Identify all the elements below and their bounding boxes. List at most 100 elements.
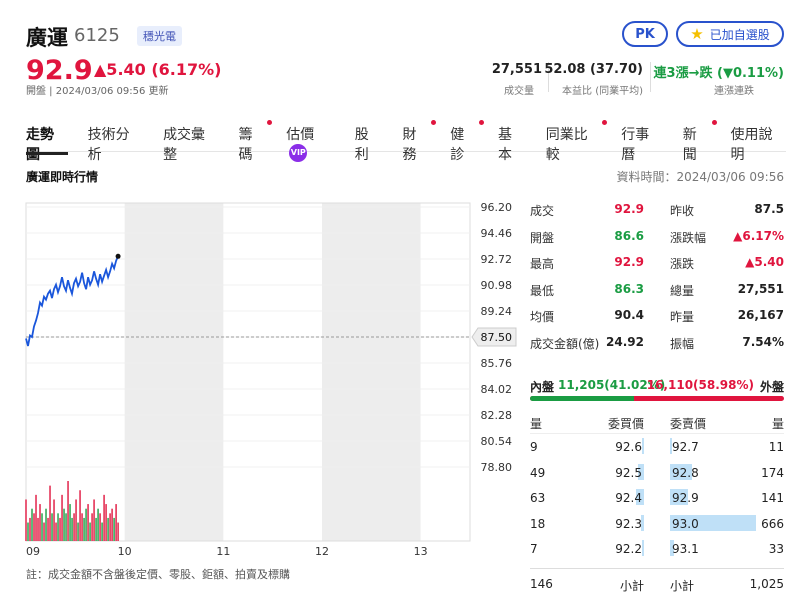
volume-bar	[115, 504, 117, 541]
tab-2[interactable]: 成交彙整	[163, 120, 218, 163]
volume-bar	[51, 513, 53, 541]
tab-label: 走勢圖	[26, 127, 54, 163]
volume-bar	[109, 513, 111, 541]
tab-label: 行事曆	[621, 127, 650, 163]
volume-bar	[49, 485, 51, 541]
y-tick-label: 90.98	[481, 279, 513, 292]
notification-dot-icon	[431, 120, 437, 125]
volume-bar	[91, 513, 93, 541]
y-tick-label: 92.72	[481, 253, 513, 266]
footnote: 註：成交金額不含盤後定價、零股、鉅額、拍賣及標購	[26, 568, 290, 581]
bid-qty: 49	[530, 465, 546, 480]
hour-shade	[420, 203, 470, 541]
intraday-chart[interactable]: 96.20 94.46 92.72 90.98 89.24 85.76 84.02 82.28…	[0, 195, 520, 565]
volume-bar	[45, 508, 47, 541]
volume-bar	[69, 504, 71, 541]
y-tick-label: 94.46	[481, 227, 513, 240]
quote-label: 總量	[670, 283, 695, 298]
quote-value: 92.9	[614, 255, 644, 269]
volume-bar	[99, 513, 101, 541]
industry-tag[interactable]: 穩光電	[137, 26, 182, 46]
volume-bar	[113, 517, 115, 541]
volume-bar	[41, 513, 43, 541]
ask-qty: 174	[761, 465, 784, 480]
volume-bar	[117, 522, 119, 541]
ask-price: 92.8	[672, 465, 699, 480]
quote-value: 90.4	[614, 308, 644, 322]
x-tick-label: 10	[118, 545, 132, 558]
quote-value: 86.3	[614, 281, 644, 296]
orderbook-row: 18 92.3 93.0 666	[530, 511, 784, 537]
x-tick-label: 13	[414, 545, 428, 558]
volume-bar	[85, 508, 87, 541]
quote-row: 均價 90.4 昨量 26,167	[530, 304, 784, 331]
x-tick-label: 09	[26, 545, 40, 558]
volume-bar	[57, 513, 59, 541]
bid-volume-bar	[642, 540, 644, 556]
tab-5[interactable]: 股利	[355, 120, 383, 163]
inout-row: 內盤 11,205(41.02%) 16,110(58.98%) 外盤	[530, 378, 784, 394]
tab-8[interactable]: 基本	[498, 120, 526, 163]
tab-7[interactable]: 健診	[450, 120, 484, 163]
ask-qty: 33	[768, 542, 784, 556]
tab-6[interactable]: 財務	[403, 120, 437, 163]
quote-label: 成交金額(億)	[530, 336, 600, 351]
inout-bar	[530, 396, 784, 401]
out-label: 外盤	[759, 380, 784, 394]
quote-label: 成交	[530, 204, 555, 218]
tab-10[interactable]: 行事曆	[621, 120, 663, 163]
quote-row: 開盤 86.6 漲跌幅 ▲6.17%	[530, 225, 784, 252]
tab-label: 籌碼	[238, 127, 253, 163]
volume-bar	[47, 517, 49, 541]
quote-label: 振幅	[670, 336, 695, 351]
orderbook-row: 7 92.2 93.1 33	[530, 536, 784, 562]
ask-qty: 11	[768, 440, 784, 454]
orderbook-row: 9 92.6 92.7 11	[530, 434, 784, 460]
volume-bar	[33, 513, 35, 541]
notification-dot-icon	[602, 120, 608, 125]
quote-value: 87.5	[754, 202, 784, 216]
tab-11[interactable]: 新聞	[683, 120, 717, 163]
volume-bar	[27, 522, 29, 541]
x-tick-label: 12	[315, 545, 329, 558]
tab-0[interactable]: 走勢圖	[26, 120, 68, 163]
volume-bar	[73, 513, 75, 541]
quote-label: 漲跌幅	[670, 230, 707, 245]
ask-price: 93.1	[672, 542, 699, 556]
volume-bar	[67, 481, 69, 541]
star-icon: ★	[690, 25, 704, 43]
volume-bar	[93, 499, 95, 541]
tab-label: 技術分析	[87, 127, 130, 163]
quote-value: 27,551	[737, 281, 784, 296]
y-tick-label: 89.24	[481, 305, 513, 318]
ask-price: 93.0	[672, 516, 699, 531]
data-time: 資料時間：2024/03/06 09:56	[616, 170, 784, 184]
volume-bar	[75, 499, 77, 541]
tab-12[interactable]: 使用說明	[731, 120, 786, 163]
volume-bar	[79, 490, 81, 541]
pk-label: PK	[635, 26, 655, 42]
tab-4[interactable]: 估價VIP	[286, 120, 335, 162]
orderbook-header: 量 委買價 委賣價 量	[530, 412, 784, 434]
quote-row: 成交 92.9 昨收 87.5	[530, 198, 784, 225]
volume-bar	[37, 517, 39, 541]
bid-qty: 9	[530, 440, 538, 454]
volume-bar	[101, 522, 103, 541]
update-status: 開盤 | 2024/03/06 09:56 更新	[26, 86, 169, 97]
add-watchlist-button[interactable]: ★ 已加自選股	[676, 21, 784, 47]
pk-button[interactable]: PK	[622, 21, 668, 47]
quote-value: 86.6	[614, 228, 644, 243]
volume-bar	[97, 508, 99, 541]
ask-price: 92.7	[672, 440, 699, 454]
tab-label: 成交彙整	[163, 127, 206, 163]
tab-1[interactable]: 技術分析	[88, 120, 143, 163]
in-bar-fill	[530, 396, 635, 401]
y-tick-label: 80.54	[481, 435, 513, 448]
orderbook-total-row: 146 小計 小計 1,025	[530, 567, 784, 594]
tab-3[interactable]: 籌碼	[239, 120, 273, 163]
volume-bar	[71, 517, 73, 541]
volume-bar	[87, 504, 89, 541]
quote-value: ▲6.17%	[733, 228, 784, 243]
tab-9[interactable]: 同業比較	[546, 120, 608, 163]
quote-label: 均價	[530, 310, 555, 324]
